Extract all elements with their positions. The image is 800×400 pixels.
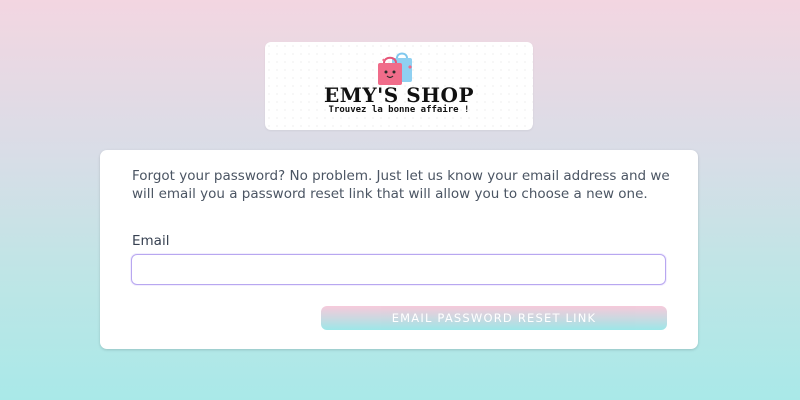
forgot-password-instructions: Forgot your password? No problem. Just l… [132,168,670,202]
forgot-password-card: Forgot your password? No problem. Just l… [100,150,698,349]
email-password-reset-link-button[interactable]: EMAIL PASSWORD RESET LINK [321,306,667,330]
email-label: Email [132,233,170,249]
email-field[interactable] [131,254,666,285]
shop-logo-title: EMY'S SHOP [324,83,474,107]
shop-logo-tagline: Trouvez la bonne affaire ! [328,105,470,115]
logo-card[interactable]: EMY'S SHOP Trouvez la bonne affaire ! [265,42,533,130]
